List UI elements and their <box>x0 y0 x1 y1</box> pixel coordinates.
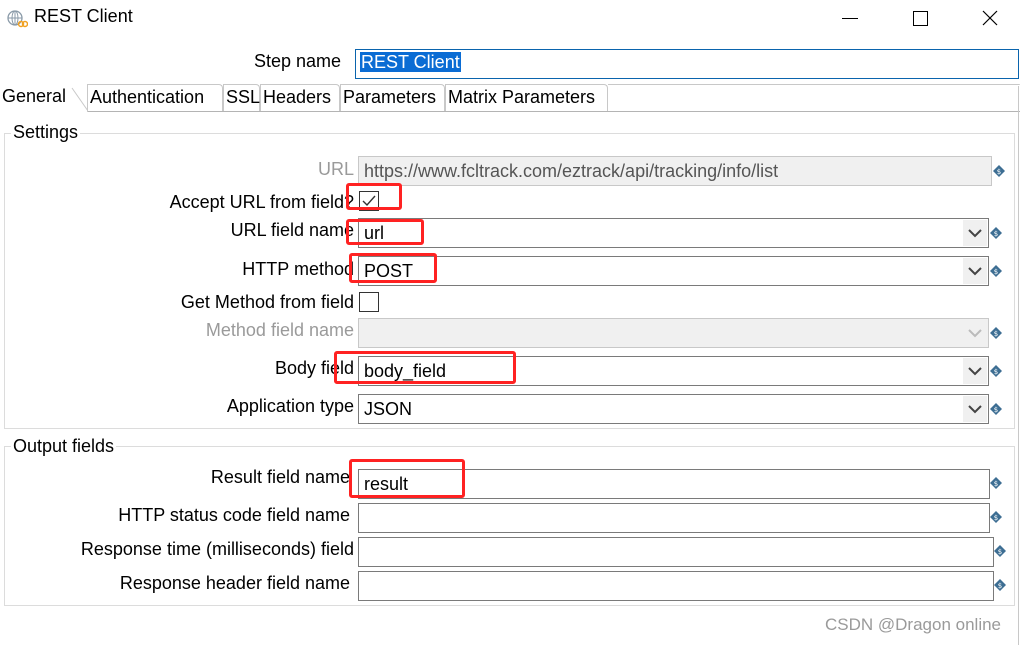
tab-area-border <box>608 84 1020 85</box>
minimize-icon <box>842 17 858 19</box>
svg-text:$: $ <box>994 480 998 488</box>
svg-text:$: $ <box>994 230 998 238</box>
method-field-name-label: Method field name <box>205 320 354 340</box>
tab-area-border <box>1018 86 1020 645</box>
minimize-button[interactable] <box>815 0 885 36</box>
tab-parameters[interactable]: Parameters <box>340 84 445 112</box>
result-field-name-input[interactable]: result <box>358 469 990 499</box>
url-input[interactable]: https://www.fcltrack.com/eztrack/api/tra… <box>358 156 992 186</box>
variable-icon[interactable]: $ <box>990 227 1002 239</box>
url-field-name-select[interactable]: url <box>358 218 989 248</box>
window-title: REST Client <box>34 6 133 26</box>
http-method-value: POST <box>364 261 414 281</box>
variable-icon[interactable]: $ <box>994 579 1006 591</box>
result-field-name-value: result <box>364 474 409 494</box>
application-type-value: JSON <box>364 399 413 419</box>
tab-label: Matrix Parameters <box>448 87 596 107</box>
title-bar: REST Client <box>0 0 1026 36</box>
body-field-value: body_field <box>364 361 447 381</box>
svg-text:$: $ <box>994 514 998 522</box>
settings-group-title: Settings <box>11 122 81 143</box>
application-type-select[interactable]: JSON <box>358 394 989 424</box>
tab-label: Parameters <box>343 87 437 107</box>
step-name-input[interactable]: REST Client <box>355 49 1019 79</box>
get-method-from-field-checkbox[interactable] <box>359 292 379 312</box>
url-value: https://www.fcltrack.com/eztrack/api/tra… <box>364 161 779 181</box>
svg-text:$: $ <box>994 268 998 276</box>
url-field-name-label: URL field name <box>230 220 354 240</box>
chevron-down-icon[interactable] <box>963 396 987 422</box>
svg-text:$: $ <box>994 406 998 414</box>
accept-url-from-field-checkbox[interactable] <box>359 191 379 211</box>
variable-icon[interactable]: $ <box>990 403 1002 415</box>
step-name-label: Step name <box>254 51 342 71</box>
svg-text:$: $ <box>998 548 1002 556</box>
maximize-icon <box>912 10 928 26</box>
svg-text:$: $ <box>994 330 998 338</box>
body-field-select[interactable]: body_field <box>358 356 989 386</box>
http-status-code-field-name-input[interactable] <box>358 503 990 533</box>
svg-text:$: $ <box>994 368 998 376</box>
svg-text:$: $ <box>997 168 1001 176</box>
body-field-label: Body field <box>274 358 354 378</box>
tab-label: Authentication <box>90 87 205 107</box>
tab-authentication[interactable]: Authentication <box>87 84 223 112</box>
rest-client-icon <box>7 10 28 28</box>
tab-label: General <box>2 86 67 106</box>
chevron-down-icon <box>963 320 987 346</box>
variable-icon[interactable]: $ <box>990 477 1002 489</box>
application-type-label: Application type <box>226 396 354 416</box>
response-header-field-name-input[interactable] <box>358 571 994 601</box>
checkmark-icon <box>362 195 376 207</box>
tab-headers[interactable]: Headers <box>260 84 340 112</box>
response-time-field-label: Response time (milliseconds) field <box>80 539 354 559</box>
response-time-field-input[interactable] <box>358 537 994 567</box>
result-field-name-label: Result field name <box>210 467 350 487</box>
tab-ssl[interactable]: SSL <box>223 84 260 112</box>
close-icon <box>982 10 998 26</box>
method-field-name-select[interactable] <box>358 318 989 348</box>
svg-text:$: $ <box>998 582 1002 590</box>
variable-icon[interactable]: $ <box>993 165 1005 177</box>
variable-icon[interactable]: $ <box>994 545 1006 557</box>
watermark: CSDN @Dragon online <box>825 615 1002 634</box>
step-name-value: REST Client <box>360 52 461 72</box>
http-method-label: HTTP method <box>242 259 354 279</box>
url-label: URL <box>317 159 354 179</box>
accept-url-from-field-label: Accept URL from field? <box>169 192 354 212</box>
tab-label: SSL <box>226 87 261 107</box>
response-header-field-name-label: Response header field name <box>119 573 350 593</box>
maximize-button[interactable] <box>885 0 955 36</box>
variable-icon[interactable]: $ <box>990 327 1002 339</box>
tab-area-border <box>88 111 1020 112</box>
http-method-select[interactable]: POST <box>358 256 989 286</box>
chevron-down-icon[interactable] <box>963 258 987 284</box>
url-field-name-value: url <box>364 223 385 243</box>
variable-icon[interactable]: $ <box>990 265 1002 277</box>
get-method-from-field-label: Get Method from field <box>180 292 354 312</box>
chevron-down-icon[interactable] <box>963 220 987 246</box>
tab-label: Headers <box>263 87 332 107</box>
http-status-code-field-name-label: HTTP status code field name <box>118 505 350 525</box>
variable-icon[interactable]: $ <box>990 365 1002 377</box>
close-button[interactable] <box>955 0 1025 36</box>
output-fields-group-title: Output fields <box>11 436 117 457</box>
variable-icon[interactable]: $ <box>990 511 1002 523</box>
chevron-down-icon[interactable] <box>963 358 987 384</box>
tab-matrix-parameters[interactable]: Matrix Parameters <box>445 84 608 112</box>
